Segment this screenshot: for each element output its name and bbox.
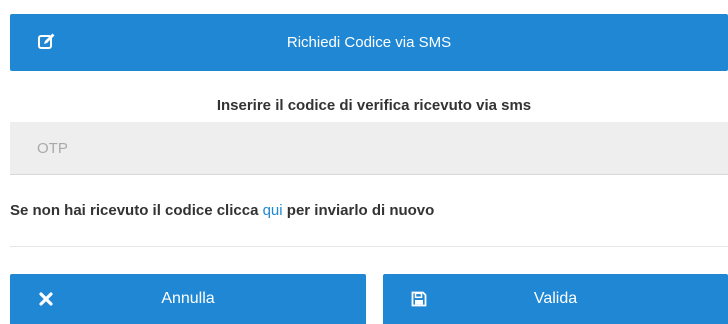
resend-code-link[interactable]: qui xyxy=(263,202,283,219)
otp-verification-page: Richiedi Codice via SMS Inserire il codi… xyxy=(0,0,728,324)
request-sms-code-label: Richiedi Codice via SMS xyxy=(286,34,452,51)
otp-input[interactable] xyxy=(10,122,728,175)
divider xyxy=(10,246,728,247)
close-icon xyxy=(37,290,55,308)
validate-button[interactable]: Valida xyxy=(383,274,728,324)
cancel-label: Annulla xyxy=(161,290,215,307)
resend-prefix: Se non hai ricevuto il codice clicca xyxy=(10,202,263,219)
validate-label: Valida xyxy=(533,290,578,307)
edit-icon xyxy=(37,31,57,51)
resend-suffix: per inviarlo di nuovo xyxy=(282,202,435,219)
resend-code-text: Se non hai ricevuto il codice clicca qui… xyxy=(10,202,434,219)
request-sms-code-button[interactable]: Richiedi Codice via SMS xyxy=(10,14,728,71)
otp-instruction-text: Inserire il codice di verifica ricevuto … xyxy=(216,97,532,114)
cancel-button[interactable]: Annulla xyxy=(10,274,366,324)
save-icon xyxy=(410,290,428,308)
